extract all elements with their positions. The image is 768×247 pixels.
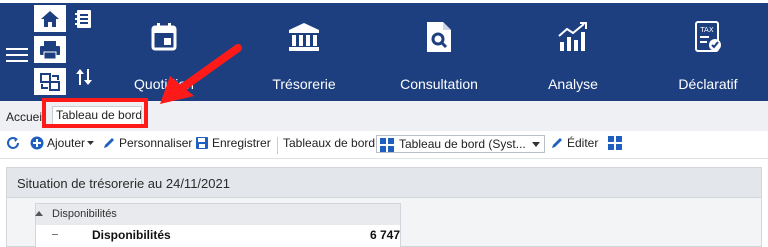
bank-icon (288, 16, 320, 58)
refresh-icon (7, 137, 19, 149)
chart-growth-icon (557, 16, 589, 58)
availabilities-widget-header[interactable]: Disponibilités (35, 204, 400, 225)
treasury-panel-header: Situation de trésorerie au 24/11/2021 (7, 168, 761, 198)
pencil-icon (552, 138, 562, 148)
add-circle-icon (30, 136, 44, 150)
toolbar-separator (277, 137, 278, 154)
nav-quotidien-label: Quotidien (134, 76, 194, 92)
customize-button-label: Personnaliser (119, 136, 193, 150)
dashboards-label: Tableaux de bord (283, 136, 375, 150)
grid-icon (608, 136, 622, 150)
nav-analyse-label: Analyse (548, 76, 598, 92)
save-button[interactable]: Enregistrer (195, 136, 271, 150)
dashboard-grid-button[interactable] (608, 136, 625, 150)
tax-document-icon: TAX (693, 16, 723, 58)
svg-text:TAX: TAX (699, 26, 714, 34)
nav-consultation[interactable]: Consultation (392, 6, 486, 98)
chevron-down-icon (532, 142, 540, 147)
availabilities-widget: Disponibilités Disponibilités 6 747 (35, 203, 401, 247)
nav-declaratif[interactable]: TAX Déclaratif (670, 6, 746, 98)
transfer-icon[interactable] (34, 68, 66, 95)
save-button-label: Enregistrer (212, 136, 271, 150)
nav-declaratif-label: Déclaratif (678, 76, 738, 92)
availabilities-widget-title: Disponibilités (52, 208, 117, 220)
calendar-icon (150, 16, 178, 58)
contacts-icon[interactable] (68, 5, 100, 32)
dropdown-caret-icon (87, 140, 95, 145)
top-navigation-bar: Quotidien Trésorerie Consultation Analys… (0, 0, 768, 101)
print-icon[interactable] (34, 36, 66, 63)
top-strip (0, 0, 768, 3)
home-icon[interactable] (34, 5, 66, 32)
refresh-button[interactable] (6, 136, 23, 150)
dashboard-select-value: Tableau de bord (Syst... (399, 137, 526, 151)
nav-consultation-label: Consultation (400, 76, 478, 92)
sort-arrows-icon[interactable] (68, 63, 100, 90)
menu-icon[interactable] (6, 46, 30, 64)
add-button[interactable]: Ajouter (30, 136, 97, 150)
nav-analyse[interactable]: Analyse (540, 6, 606, 98)
nav-tresorerie-label: Trésorerie (272, 76, 336, 92)
collapse-caret-icon (35, 211, 43, 216)
app-window: Quotidien Trésorerie Consultation Analys… (0, 0, 768, 247)
nav-tresorerie[interactable]: Trésorerie (262, 6, 346, 98)
nav-quotidien[interactable]: Quotidien (130, 6, 198, 98)
document-search-icon (425, 16, 453, 58)
highlight-annotation (42, 98, 148, 128)
edit-button-label: Éditer (567, 136, 599, 150)
dashboards-label-text: Tableaux de bord (283, 136, 376, 150)
dashboard-select[interactable]: Tableau de bord (Syst... (376, 135, 545, 153)
treasury-panel-title: Situation de trésorerie au 24/11/2021 (17, 176, 230, 191)
pencil-icon (104, 138, 114, 148)
availabilities-row-label: Disponibilités (92, 228, 171, 242)
availabilities-row-value: 6 747 (370, 228, 401, 242)
floppy-icon (196, 137, 208, 149)
customize-button[interactable]: Personnaliser (102, 136, 192, 150)
breadcrumb-home[interactable]: Accueil (6, 110, 45, 124)
treasury-panel: Situation de trésorerie au 24/11/2021 Di… (6, 167, 762, 247)
add-button-label: Ajouter (47, 136, 86, 150)
grid-icon (380, 138, 394, 152)
collapse-dash-icon[interactable] (52, 234, 58, 235)
edit-button[interactable]: Éditer (550, 136, 598, 150)
